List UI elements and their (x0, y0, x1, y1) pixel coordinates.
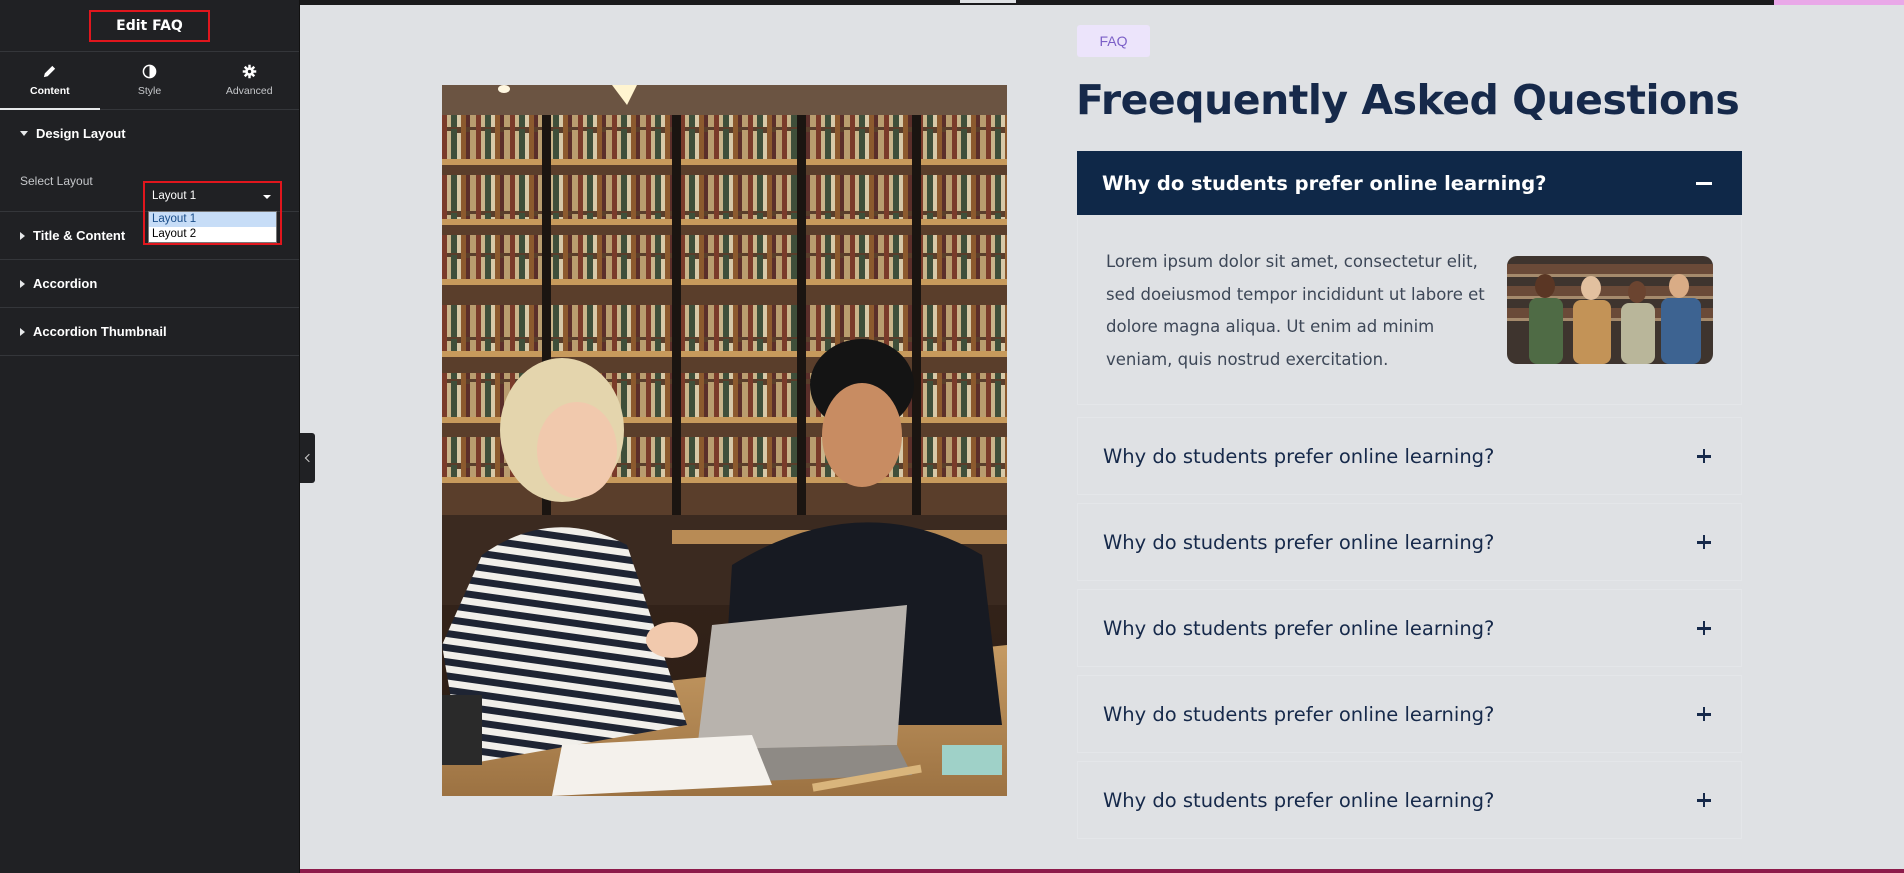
section-accordion-thumbnail-title: Accordion Thumbnail (33, 324, 167, 339)
tab-content-label: Content (30, 85, 70, 97)
pencil-icon (44, 65, 56, 78)
panel-tabs: Content Style Advanced (0, 52, 299, 110)
select-layout-value: Layout 1 (152, 190, 197, 202)
accordion-item[interactable]: Why do students prefer online learning? (1077, 503, 1742, 581)
accordion-item[interactable]: Why do students prefer online learning? (1077, 589, 1742, 667)
faq-badge: FAQ (1077, 25, 1150, 57)
select-layout-dropdown[interactable]: Layout 1 (148, 187, 277, 206)
chevron-down-icon (263, 195, 271, 199)
accordion-item[interactable]: Why do students prefer online learning? (1077, 417, 1742, 495)
accordion-answer: Lorem ipsum dolor sit amet, consectetur … (1106, 252, 1485, 369)
plus-icon[interactable] (1697, 621, 1711, 635)
tab-style-label: Style (137, 85, 162, 97)
panel-title: Edit FAQ (89, 9, 210, 42)
select-layout-label: Select Layout (20, 174, 93, 188)
accordion-question: Why do students prefer online learning? (1103, 444, 1495, 468)
caret-right-icon (20, 231, 25, 240)
tab-advanced[interactable]: Advanced (199, 52, 299, 109)
option-layout-1[interactable]: Layout 1 (149, 212, 276, 227)
tab-style[interactable]: Style (100, 52, 200, 109)
select-layout-options: Layout 1 Layout 2 (148, 211, 277, 243)
panel-header: Edit FAQ (0, 0, 299, 52)
accordion-question: Why do students prefer online learning? (1103, 616, 1495, 640)
top-bar-marker (960, 0, 1016, 3)
accordion-item[interactable]: Why do students prefer online learning? (1077, 675, 1742, 753)
top-bar-accent (1774, 0, 1904, 5)
caret-down-icon (20, 131, 28, 136)
accordion-question: Why do students prefer online learning? (1102, 171, 1547, 195)
select-layout-highlight: Layout 1 Layout 1 Layout 2 (143, 181, 282, 245)
editor-panel: Edit FAQ Content Style Advanced Design L… (0, 0, 300, 873)
section-title-content-title: Title & Content (33, 228, 126, 243)
section-accordion-header[interactable]: Accordion (0, 260, 299, 307)
gear-icon (242, 64, 256, 79)
accordion-item[interactable]: Why do students prefer online learning? (1077, 761, 1742, 839)
option-layout-2[interactable]: Layout 2 (149, 227, 276, 242)
section-accordion: Accordion (0, 260, 299, 308)
minus-icon[interactable] (1696, 181, 1712, 185)
accordion-question: Why do students prefer online learning? (1103, 702, 1495, 726)
caret-right-icon (20, 327, 25, 336)
tab-content[interactable]: Content (0, 52, 100, 110)
plus-icon[interactable] (1697, 793, 1711, 807)
accordion-question: Why do students prefer online learning? (1103, 788, 1495, 812)
plus-icon[interactable] (1697, 707, 1711, 721)
section-design-layout-header[interactable]: Design Layout (0, 110, 299, 157)
section-design-layout-title: Design Layout (36, 126, 126, 141)
section-accordion-thumbnail: Accordion Thumbnail (0, 308, 299, 356)
collapse-panel-button[interactable] (300, 433, 315, 483)
caret-right-icon (20, 279, 25, 288)
preview-bottom-border (300, 869, 1904, 873)
accordion-item-open[interactable]: Why do students prefer online learning? (1077, 151, 1742, 215)
plus-icon[interactable] (1697, 449, 1711, 463)
preview-top-bar (300, 0, 1904, 5)
section-accordion-title: Accordion (33, 276, 98, 291)
tab-advanced-label: Advanced (225, 85, 273, 97)
accordion-question: Why do students prefer online learning? (1103, 530, 1495, 554)
half-circle-icon (142, 64, 157, 79)
students-library-image (442, 85, 1007, 796)
plus-icon[interactable] (1697, 535, 1711, 549)
section-accordion-thumbnail-header[interactable]: Accordion Thumbnail (0, 308, 299, 355)
accordion-thumbnail-image (1507, 256, 1713, 364)
page-title: Freequently Asked Questions (1076, 76, 1740, 124)
